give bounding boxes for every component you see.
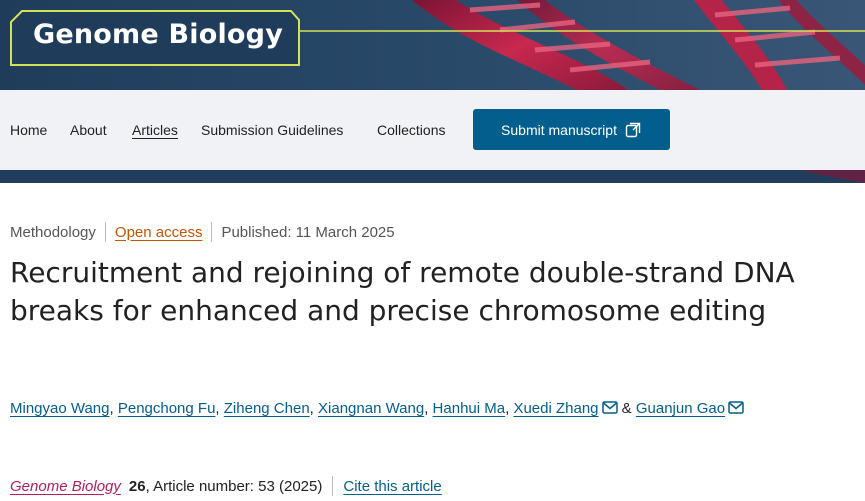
external-link-icon [625,122,641,138]
volume: 26 [128,477,146,495]
author-link[interactable]: Hanhui Ma [433,400,506,417]
journal-link[interactable]: Genome Biology [10,478,121,495]
submit-manuscript-label: Submit manuscript [501,121,617,138]
author-separator: , [309,400,319,417]
article-title: Recruitment and rejoining of remote doub… [10,256,795,327]
author-link[interactable]: Ziheng Chen [224,400,310,417]
author-separator: , [215,400,224,417]
citation-line: Genome Biology 26 , Article number: 53 (… [10,476,442,496]
nav-submission-guidelines[interactable]: Submission Guidelines [201,122,343,138]
submit-manuscript-button[interactable]: Submit manuscript [473,109,670,150]
main-nav: Home About Articles Submission Guideline… [0,90,865,170]
author-separator: & [617,400,636,417]
journal-banner: Genome Biology [0,0,865,90]
author-link[interactable]: Xiangnan Wang [318,400,424,417]
article-type: Methodology [10,223,96,241]
meta-divider [211,222,213,242]
author-separator: , [109,400,118,417]
author-link[interactable]: Pengchong Fu [118,400,216,417]
published-date: Published: 11 March 2025 [221,223,395,241]
cite-this-article-link[interactable]: Cite this article [343,478,441,495]
banner-strip [0,170,865,183]
nav-about[interactable]: About [70,122,107,138]
nav-collections[interactable]: Collections [377,122,445,138]
citation-divider [332,476,334,496]
email-icon[interactable] [601,401,618,414]
author-link[interactable]: Guanjun Gao [636,400,725,417]
open-access-link[interactable]: Open access [115,224,203,241]
nav-home[interactable]: Home [10,122,47,138]
author-link[interactable]: Xuedi Zhang [513,400,598,417]
email-icon[interactable] [728,401,744,414]
author-separator: , [424,400,433,417]
article-number: , Article number: 53 (2025) [145,477,323,495]
article-meta: Methodology Open access Published: 11 Ma… [10,222,395,242]
journal-logo[interactable]: Genome Biology [33,19,283,50]
nav-articles[interactable]: Articles [132,122,178,138]
author-list: Mingyao Wang, Pengchong Fu, Ziheng Chen,… [10,398,865,420]
author-link[interactable]: Mingyao Wang [10,400,110,417]
meta-divider [104,222,106,242]
